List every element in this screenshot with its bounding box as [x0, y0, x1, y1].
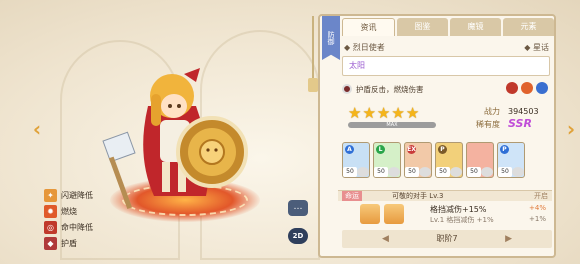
- tassel-decoration: [308, 16, 318, 92]
- rarity-label: 稀有度: [476, 120, 500, 129]
- fate-tag: 命运: [342, 191, 362, 201]
- buff-item: ✦ 闪避降低: [44, 188, 93, 203]
- fate-bonus-main: +4%: [529, 204, 546, 212]
- rarity-row: 稀有度 SSR: [464, 117, 552, 130]
- card-rank-icon: [450, 167, 462, 177]
- equipment-card[interactable]: L 50: [373, 142, 401, 178]
- next-character-arrow[interactable]: ›: [564, 118, 578, 140]
- equipment-card[interactable]: P 50: [497, 142, 525, 178]
- attribute-icons: [503, 82, 548, 94]
- chat-button[interactable]: …: [288, 200, 308, 216]
- dodge-icon: ✦: [44, 189, 57, 202]
- star-icon: ★: [405, 104, 420, 122]
- equipment-card[interactable]: P 50: [435, 142, 463, 178]
- card-level: 50: [498, 167, 512, 177]
- stats-block: 战力 394503 稀有度 SSR: [464, 106, 552, 130]
- star-rating: ★ ★ ★ ★ ★: [348, 106, 420, 121]
- character-sprite[interactable]: [96, 66, 296, 226]
- card-level: 50: [343, 167, 357, 177]
- fate-status: 开启: [534, 192, 548, 200]
- game-stage: ‹ › ✦ 闪避降低 ✹ 燃烧 ◎ 命中降低 ◆ 护盾 … 2D 防御 资讯 图…: [0, 0, 580, 264]
- panel-tabs: 资讯 图鉴 魔镜 元素: [342, 18, 556, 36]
- card-level: 50: [405, 167, 419, 177]
- character-race: ◆ 星话: [524, 43, 549, 52]
- fate-header: 命运 可敬的对手 Lv.3 开启: [338, 191, 552, 201]
- star-icon: ★: [348, 104, 362, 122]
- fate-effect-sub: Lv.1 格挡减伤 +1%: [430, 216, 494, 224]
- max-level-bar: MAX: [348, 122, 436, 128]
- card-rank-icon: [512, 167, 524, 177]
- prev-character-arrow[interactable]: ‹: [30, 118, 44, 140]
- power-row: 战力 394503: [464, 106, 552, 117]
- star-icon: ★: [376, 104, 391, 122]
- star-icon: ★: [362, 104, 376, 122]
- equipment-card[interactable]: 50: [466, 142, 494, 178]
- character-name: 太阳: [342, 56, 550, 76]
- rarity-value: SSR: [508, 117, 532, 130]
- star-icon: ★: [391, 104, 405, 122]
- grade-badge: A: [345, 145, 354, 154]
- card-rank-icon: [419, 167, 431, 177]
- card-level: 50: [436, 167, 450, 177]
- job-selector: ◀ 职阶7 ▶: [342, 230, 552, 248]
- character-title: ◆ 烈日使者: [344, 43, 385, 52]
- grade-badge: L: [376, 145, 385, 154]
- status-effects-list: ✦ 闪避降低 ✹ 燃烧 ◎ 命中降低 ◆ 护盾: [44, 188, 93, 252]
- fate-effect-main: 格挡减伤+15%: [430, 205, 487, 214]
- skill-row[interactable]: 护盾反击，燃烧伤害: [342, 82, 552, 96]
- buff-label: 燃烧: [61, 207, 77, 216]
- buff-label: 命中降低: [61, 223, 93, 232]
- card-rank-icon: [357, 167, 369, 177]
- grade-badge: EX: [407, 145, 416, 154]
- skill-icon: [342, 84, 352, 94]
- character-race-text: 星话: [533, 43, 549, 52]
- grade-badge: P: [438, 145, 447, 154]
- axe-icon: [506, 82, 518, 94]
- target-icon: ◎: [44, 221, 57, 234]
- role-ribbon: 防御: [322, 16, 340, 60]
- fire-icon: ✹: [44, 205, 57, 218]
- job-prev-arrow[interactable]: ◀: [382, 230, 389, 248]
- buff-label: 护盾: [61, 239, 77, 248]
- power-value: 394503: [508, 107, 539, 116]
- fate-card-icon: [384, 204, 404, 224]
- equipment-card[interactable]: A 50: [342, 142, 370, 178]
- title-row: ◆ 烈日使者 ◆ 星话: [344, 42, 549, 53]
- grade-badge: P: [500, 145, 509, 154]
- tab-info[interactable]: 资讯: [342, 18, 395, 36]
- equipment-cards: A 50 L 50 EX 50 P 50 50 P 50: [342, 142, 528, 178]
- power-label: 战力: [484, 107, 500, 116]
- shield-attr-icon: [536, 82, 548, 94]
- view-mode-2d-button[interactable]: 2D: [288, 228, 308, 244]
- tab-mirror[interactable]: 魔镜: [450, 18, 501, 36]
- fate-title: 可敬的对手 Lv.3: [392, 192, 444, 200]
- job-next-arrow[interactable]: ▶: [505, 230, 512, 248]
- fate-bonus-sub: +1%: [529, 215, 546, 223]
- card-rank-icon: [388, 167, 400, 177]
- job-label: 职阶7: [436, 234, 458, 243]
- character-title-text: 烈日使者: [352, 43, 385, 52]
- buff-label: 闪避降低: [61, 191, 93, 200]
- card-level: 50: [374, 167, 388, 177]
- skill-text: 护盾反击，燃烧伤害: [356, 84, 424, 94]
- card-rank-icon: [481, 167, 493, 177]
- character-info-panel: 防御 资讯 图鉴 魔镜 元素 ◆ 烈日使者 ◆ 星话 太阳 护盾反击，燃烧伤害 …: [308, 14, 556, 258]
- fate-card-icon: [360, 204, 380, 224]
- shield-icon: ◆: [44, 237, 57, 250]
- tab-element[interactable]: 元素: [503, 18, 554, 36]
- buff-item: ◎ 命中降低: [44, 220, 93, 235]
- card-level: 50: [467, 167, 481, 177]
- flame-icon: [521, 82, 533, 94]
- equipment-card[interactable]: EX 50: [404, 142, 432, 178]
- tab-gallery[interactable]: 图鉴: [397, 18, 448, 36]
- buff-item: ✹ 燃烧: [44, 204, 93, 219]
- buff-item: ◆ 护盾: [44, 236, 93, 251]
